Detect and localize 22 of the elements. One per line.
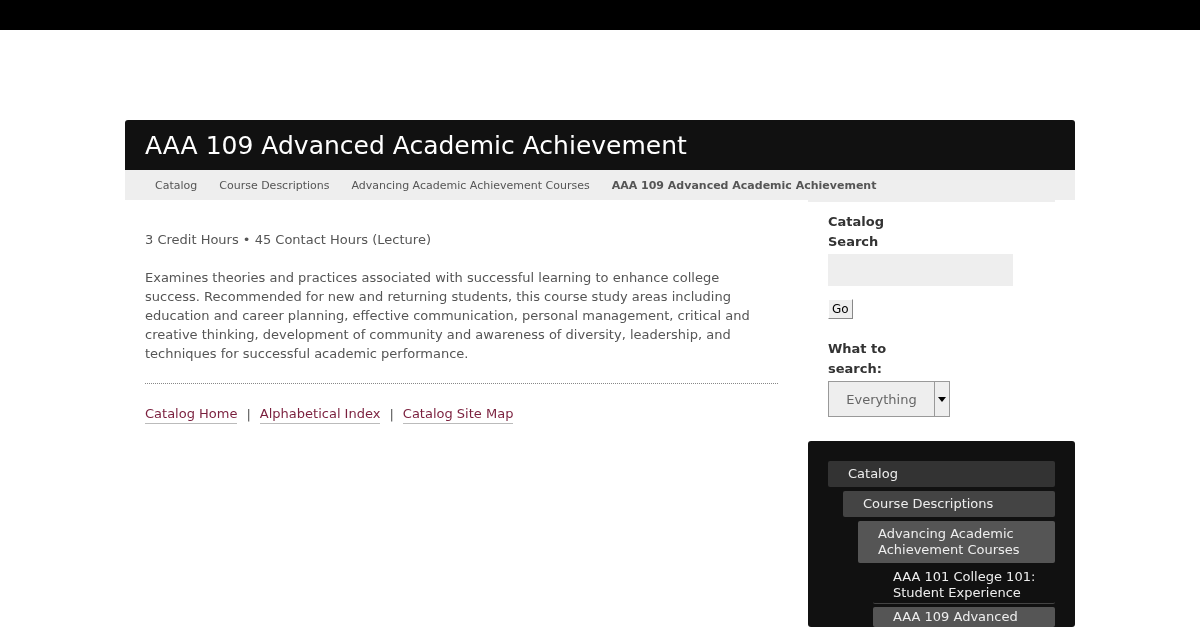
separator: | <box>389 405 394 424</box>
nav-item[interactable]: Catalog <box>828 461 1055 487</box>
scope-dropdown[interactable]: Everything <box>828 381 950 417</box>
course-hours: 3 Credit Hours • 45 Contact Hours (Lecture) <box>145 231 432 249</box>
breadcrumb-link[interactable]: Advancing Academic Achievement Courses <box>351 178 590 192</box>
nav-item[interactable]: Course Descriptions <box>843 491 1055 517</box>
breadcrumb-link[interactable]: Course Descriptions <box>219 178 330 192</box>
nav-item[interactable]: Advancing Academic Achievement Courses <box>858 521 1055 563</box>
footer-link[interactable]: Catalog Home <box>145 404 238 424</box>
separator: | <box>246 405 251 424</box>
nav-item[interactable]: AAA 109 Advanced <box>873 607 1055 627</box>
scope-label: What to search: <box>828 340 888 378</box>
go-button[interactable]: Go <box>828 299 853 319</box>
nav-item[interactable]: AAA 101 College 101: Student Experience <box>873 567 1055 604</box>
page-title: AAA 109 Advanced Academic Achievement <box>145 130 687 160</box>
breadcrumb-link[interactable]: Catalog <box>155 178 198 192</box>
search-label: Catalog Search <box>828 213 885 251</box>
caret-icon <box>938 396 946 402</box>
breadcrumb-link[interactable]: AAA 109 Advanced Academic Achievement <box>611 178 877 192</box>
footer-link[interactable]: Catalog Site Map <box>402 404 514 424</box>
footer-link[interactable]: Alphabetical Index <box>259 404 381 424</box>
course-description: Examines theories and practices associated with successful learning to enhance college success. Recommended for new and returning students, this course study areas including education and career planning, effective communication, personal management, critical and creative thinking, development of community and awareness of diversity, leadership, and techniques for successful academic performance. <box>145 269 751 363</box>
